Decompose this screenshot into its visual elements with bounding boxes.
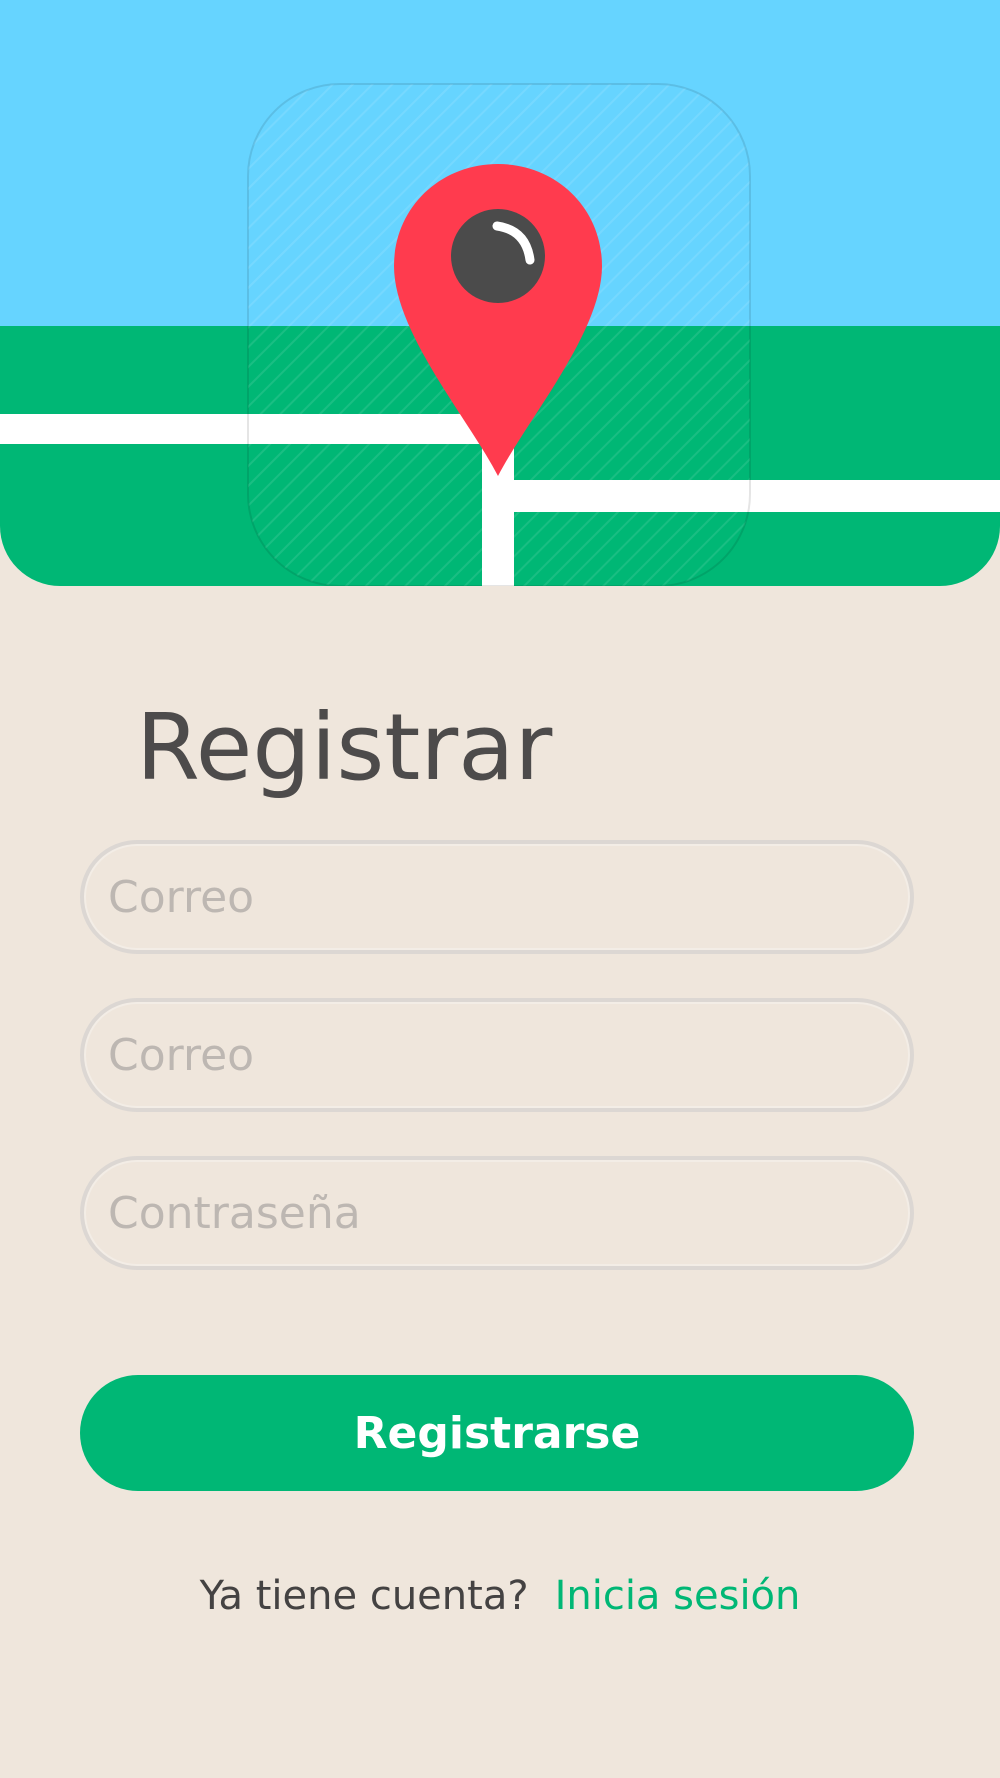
login-prompt: Ya tiene cuenta? Inicia sesión bbox=[0, 1566, 1000, 1626]
email-field-container bbox=[80, 840, 914, 954]
password-field[interactable] bbox=[108, 1160, 886, 1266]
login-prompt-question: Ya tiene cuenta? bbox=[199, 1573, 529, 1619]
login-link[interactable]: Inicia sesión bbox=[555, 1573, 801, 1619]
register-button[interactable]: Registrarse bbox=[80, 1375, 914, 1491]
password-field-container bbox=[80, 1156, 914, 1270]
email-field[interactable] bbox=[108, 844, 886, 950]
page-title: Registrar bbox=[136, 694, 553, 801]
email-confirm-field-container bbox=[80, 998, 914, 1112]
email-confirm-field[interactable] bbox=[108, 1002, 886, 1108]
map-header-illustration bbox=[0, 0, 1000, 586]
